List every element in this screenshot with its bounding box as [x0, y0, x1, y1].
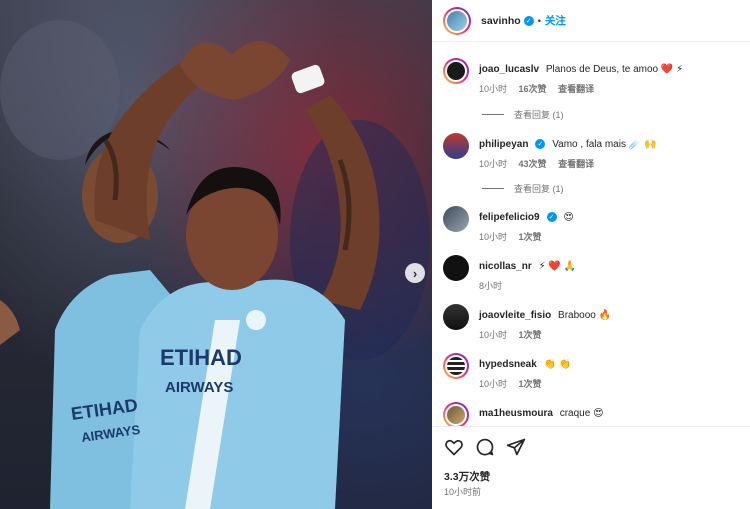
comment-item: joao_lucaslv Planos de Deus, te amoo ❤️ … — [443, 58, 743, 95]
comment-text: Vamo , fala mais — [552, 139, 626, 150]
commenter-avatar[interactable] — [443, 402, 469, 426]
comment-item: felipefelicio9 ✓ 😍 10小时 1次赞 — [443, 206, 743, 243]
view-replies-label: 查看回复 (1) — [514, 184, 564, 194]
comment-emoji: 🔥 — [598, 310, 612, 321]
commenter-username[interactable]: hypedsneak — [479, 359, 537, 370]
verified-badge-icon: ✓ — [535, 139, 546, 150]
comment-item: joaovleite_fisio Brabooo 🔥 10小时 1次赞 — [443, 304, 743, 341]
comment-emoji: ❤️ ⚡ — [660, 64, 684, 75]
post-photo: ETIHAD AIRWAYS ETIHAD AIRWAYS › — [0, 0, 432, 509]
commenter-username[interactable]: felipefelicio9 — [479, 212, 540, 223]
comment-text: Brabooo — [558, 310, 596, 321]
post-side-panel: savinho ✓ • 关注 joao_lucaslv Planos de De… — [432, 0, 750, 509]
comment-time: 10小时 — [479, 379, 508, 389]
separator-dot: • — [537, 15, 541, 26]
commenter-avatar[interactable] — [443, 255, 469, 281]
jersey-sponsor-text: AIRWAYS — [165, 379, 233, 396]
author-avatar[interactable] — [443, 6, 471, 35]
view-replies-link[interactable]: 查看回复 (1) — [482, 182, 564, 195]
commenter-username[interactable]: philipeyan — [479, 139, 528, 150]
comment-likes[interactable]: 16次赞 — [519, 84, 547, 94]
comment-icon[interactable] — [475, 437, 495, 457]
follow-button[interactable]: 关注 — [545, 13, 566, 28]
post-header: savinho ✓ • 关注 — [432, 0, 750, 42]
likes-count[interactable]: 3.3万次赞 — [444, 469, 490, 484]
comment-text: Planos de Deus, te amoo — [545, 64, 659, 75]
commenter-username[interactable]: ma1heusmoura — [479, 408, 553, 419]
commenter-avatar[interactable] — [443, 58, 469, 84]
comment-time: 10小时 — [479, 159, 508, 169]
comment-likes[interactable]: 1次赞 — [519, 379, 542, 389]
comment-time: 10小时 — [479, 84, 508, 94]
comment-item: philipeyan ✓ Vamo , fala mais ☄️ 🙌 10小时 4… — [443, 133, 743, 170]
post-timestamp: 10小时前 — [444, 487, 482, 497]
comment-time: 10小时 — [479, 330, 508, 340]
commenter-avatar[interactable] — [443, 133, 469, 159]
see-translation-link[interactable]: 查看翻译 — [558, 84, 594, 94]
comment-item: hypedsneak 👏 👏 10小时 1次赞 — [443, 353, 743, 390]
comment-emoji: 😍 — [563, 212, 574, 223]
comment-emoji: 😍 — [593, 408, 604, 419]
view-replies-link[interactable]: 查看回复 (1) — [482, 108, 564, 121]
comments-list[interactable]: joao_lucaslv Planos de Deus, te amoo ❤️ … — [432, 43, 750, 426]
commenter-avatar[interactable] — [443, 206, 469, 232]
see-translation-link[interactable]: 查看翻译 — [558, 159, 594, 169]
comment-text: craque — [559, 408, 591, 419]
post-actions-bar: 3.3万次赞 10小时前 — [432, 426, 750, 509]
comment-item: nicollas_nr ⚡ ❤️ 🙏 8小时 — [443, 255, 743, 292]
comment-time: 10小时 — [479, 232, 508, 242]
comment-likes[interactable]: 1次赞 — [519, 232, 542, 242]
heart-icon[interactable] — [444, 437, 464, 457]
comment-likes[interactable]: 43次赞 — [519, 159, 547, 169]
author-username[interactable]: savinho — [481, 15, 521, 27]
verified-badge-icon: ✓ — [523, 15, 534, 26]
verified-badge-icon: ✓ — [546, 212, 557, 223]
carousel-next-button[interactable]: › — [405, 263, 425, 283]
comment-emoji: ☄️ 🙌 — [628, 139, 657, 150]
share-icon[interactable] — [506, 437, 526, 457]
comment-emoji: 👏 👏 — [543, 359, 572, 370]
commenter-username[interactable]: nicollas_nr — [479, 261, 532, 272]
commenter-avatar[interactable] — [443, 304, 469, 330]
jersey-sponsor-text: ETIHAD — [160, 345, 242, 370]
view-replies-label: 查看回复 (1) — [514, 110, 564, 120]
player-illustration: ETIHAD AIRWAYS ETIHAD AIRWAYS — [0, 20, 430, 509]
commenter-avatar[interactable] — [443, 353, 469, 379]
comment-time: 8小时 — [479, 281, 503, 291]
comment-likes[interactable]: 1次赞 — [519, 330, 542, 340]
commenter-username[interactable]: joao_lucaslv — [479, 64, 539, 75]
chevron-right-icon: › — [412, 265, 418, 281]
comment-emoji: ⚡ ❤️ 🙏 — [538, 261, 577, 272]
comment-item: ma1heusmoura craque 😍 — [443, 402, 743, 426]
commenter-username[interactable]: joaovleite_fisio — [479, 310, 551, 321]
